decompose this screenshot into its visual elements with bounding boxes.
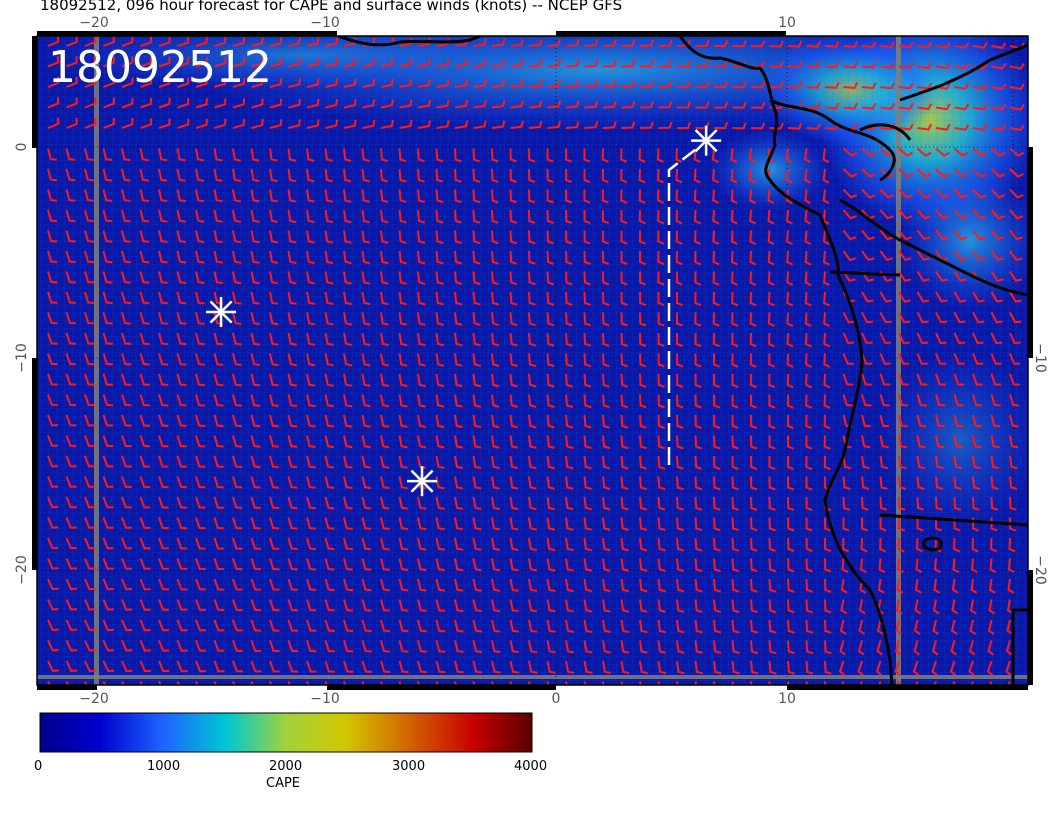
storm-marker-3 (407, 466, 438, 497)
colorbar-tick: 2000 (269, 759, 303, 774)
lat-tick-left: −20 (14, 555, 30, 585)
date-stamp: 18092512 (48, 42, 272, 93)
lon-tick-top: −10 (310, 15, 340, 31)
storm-marker-1 (691, 125, 722, 156)
lon-tick-bottom: −20 (79, 691, 109, 707)
colorbar-tick: 0 (34, 759, 43, 774)
lon-tick-bottom: 0 (552, 691, 561, 707)
lon-tick-top: −20 (79, 15, 109, 31)
lon-tick-bottom: 10 (778, 691, 796, 707)
colorbar-label: CAPE (266, 776, 301, 791)
grid-band (94, 36, 99, 685)
lat-tick-right: −20 (1032, 555, 1048, 585)
lon-tick-bottom: −10 (310, 691, 340, 707)
lat-tick-right: −10 (1032, 343, 1048, 373)
cape-wind-map: 18092512 −20 −10 10 −20 −10 0 10 0 −10 −… (14, 15, 1048, 753)
storm-marker-2 (206, 296, 237, 327)
colorbar-tick: 4000 (514, 759, 548, 774)
colorbar (39, 712, 533, 753)
lon-tick-top: 10 (778, 15, 796, 31)
lat-tick-left: 0 (14, 143, 30, 152)
lat-tick-left: −10 (14, 343, 30, 373)
grid-band (37, 675, 1028, 679)
colorbar-tick: 3000 (392, 759, 426, 774)
colorbar-tick: 1000 (147, 759, 181, 774)
